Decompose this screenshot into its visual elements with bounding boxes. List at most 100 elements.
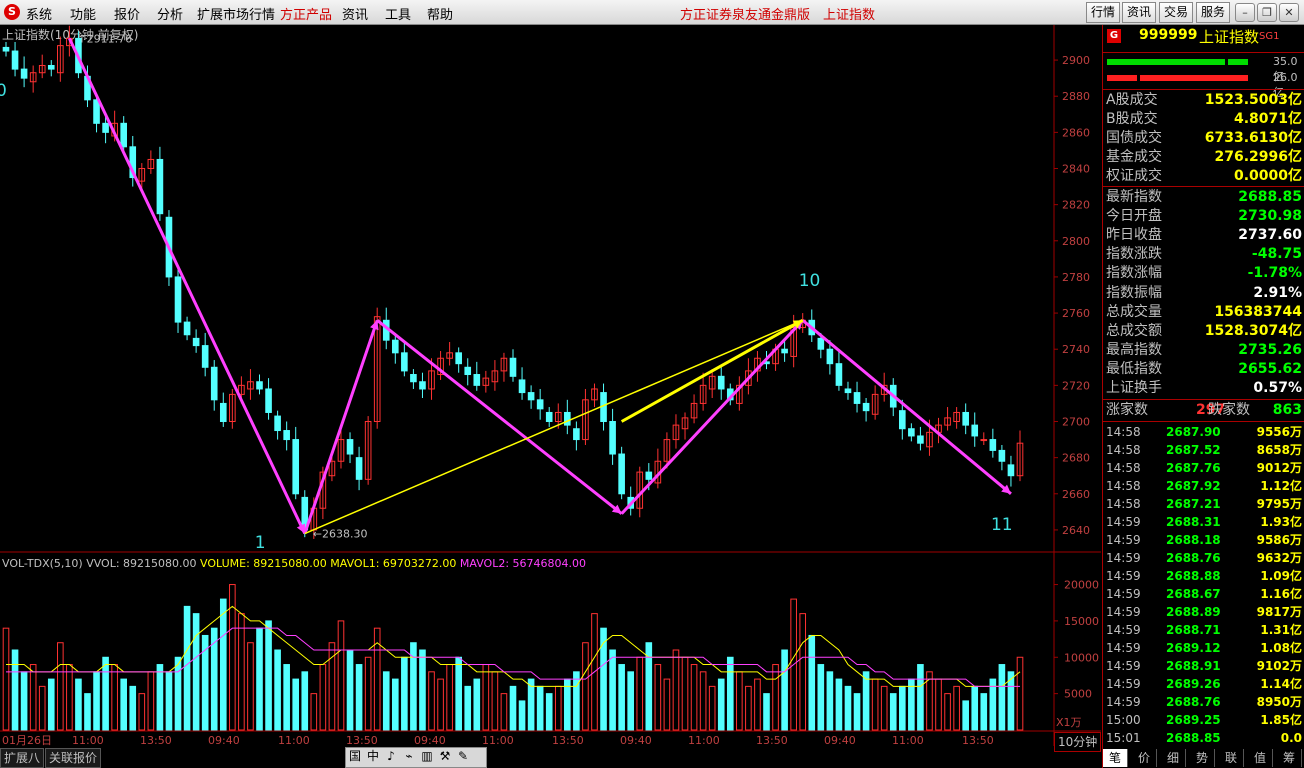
- stat-row: 指数涨跌 -48.75: [1106, 245, 1302, 264]
- volume-bar: [971, 685, 979, 731]
- link-icon[interactable]: ⌁: [400, 748, 418, 765]
- price-axis-label: 2700: [1062, 416, 1090, 429]
- turnover-label: 国债成交: [1106, 130, 1162, 146]
- news-button[interactable]: 资讯: [1122, 2, 1156, 23]
- stat-label: 昨日收盘: [1106, 227, 1162, 244]
- music-icon[interactable]: ♪: [382, 748, 400, 765]
- restore-icon[interactable]: ❐: [1257, 3, 1277, 22]
- turnover-value: 6733.6130亿: [1204, 130, 1302, 146]
- volume-bar: [437, 678, 444, 731]
- candle-body: [908, 428, 915, 437]
- high-price-label: ↑2911.76: [77, 32, 132, 45]
- draw-icon[interactable]: ✎: [454, 748, 472, 765]
- decline-label: 跌家数: [1208, 402, 1250, 418]
- service-button[interactable]: 服务: [1196, 2, 1230, 23]
- tick-volume: 9817万: [1256, 605, 1302, 619]
- candle-body: [980, 439, 988, 442]
- candle-body: [898, 410, 906, 430]
- wave-label: 0: [0, 81, 7, 101]
- country-icon[interactable]: 国: [346, 748, 364, 765]
- candle-body: [536, 399, 544, 410]
- stat-row: 总成交额 1528.3074亿: [1106, 322, 1302, 341]
- tab-extended-eight[interactable]: 扩展八: [0, 748, 45, 768]
- tab-link[interactable]: 联: [1219, 749, 1244, 767]
- tab-detail[interactable]: 细: [1161, 749, 1186, 767]
- tick-time: 14:59: [1106, 641, 1141, 655]
- price-axis-label: 2780: [1062, 271, 1090, 284]
- tick-price: 2687.90: [1166, 425, 1221, 439]
- stat-value: -48.75: [1251, 246, 1302, 263]
- volume-bar: [935, 678, 942, 731]
- tick-price: 2688.91: [1166, 659, 1221, 673]
- volume-bar: [917, 664, 924, 731]
- volume-bar: [256, 627, 263, 731]
- menu-help[interactable]: 帮助: [427, 4, 453, 23]
- stat-row: 上证换手 0.57%: [1106, 379, 1302, 398]
- yellow-trend-line: [304, 319, 804, 535]
- tab-value[interactable]: 值: [1248, 749, 1273, 767]
- tab-price[interactable]: 价: [1132, 749, 1157, 767]
- time-axis-label: 09:40: [208, 734, 240, 747]
- stat-label: 指数振幅: [1106, 284, 1162, 301]
- candle-body: [401, 352, 408, 372]
- tick-row: 15:00 2689.25 1.85亿: [1106, 711, 1302, 729]
- menu-news[interactable]: 资讯: [342, 4, 368, 23]
- tick-volume: 8950万: [1256, 695, 1302, 709]
- volume-bar: [382, 671, 390, 731]
- candle-body: [210, 366, 218, 401]
- vol-axis-label: 10000: [1064, 651, 1099, 664]
- volume-bar: [2, 627, 10, 731]
- volume-bar: [75, 678, 82, 731]
- kline-chart[interactable]: 2900 2880 2860 2840 2820 2800 2780 2760 2740 2720…: [0, 25, 1101, 747]
- candle-body: [817, 337, 825, 350]
- period-selector[interactable]: 10分钟: [1054, 732, 1102, 752]
- menu-tools[interactable]: 工具: [385, 4, 411, 23]
- wave-line-10-11: [801, 319, 1012, 495]
- menu-extended-market[interactable]: 扩展市场行情: [197, 4, 275, 23]
- close-icon[interactable]: ✕: [1279, 3, 1299, 22]
- tab-trend[interactable]: 势: [1190, 749, 1215, 767]
- tick-time: 14:58: [1106, 425, 1141, 439]
- volume-bar: [446, 664, 453, 731]
- stat-label: 最低指数: [1106, 360, 1162, 377]
- price-axis-label: 2800: [1062, 235, 1090, 248]
- candle-body: [564, 411, 571, 426]
- candle-body: [844, 388, 852, 394]
- tab-ticks[interactable]: 笔: [1103, 749, 1128, 767]
- vol-unit-label: X1万: [1056, 716, 1082, 729]
- grid-icon[interactable]: ▥: [418, 748, 436, 765]
- stat-value: 156383744: [1214, 303, 1302, 320]
- volume-bar: [708, 685, 716, 731]
- minimize-icon[interactable]: –: [1235, 3, 1255, 22]
- price-axis-label: 2720: [1062, 379, 1090, 392]
- market-button[interactable]: 行情: [1086, 2, 1120, 23]
- tool-icon[interactable]: ⚒: [436, 748, 454, 765]
- candle-body: [391, 339, 399, 354]
- candle-body: [183, 321, 191, 336]
- menu-system[interactable]: 系统: [26, 4, 52, 23]
- candle-body: [998, 449, 1006, 462]
- volume-bar: [745, 685, 752, 731]
- tick-row: 14:58 2687.52 8658万: [1106, 441, 1302, 459]
- menu-analysis[interactable]: 分析: [157, 4, 183, 23]
- tick-row: 14:59 2688.31 1.93亿: [1106, 513, 1302, 531]
- candle-body: [835, 363, 843, 386]
- turnover-value: 276.2996亿: [1214, 149, 1302, 165]
- turnover-label: A股成交: [1106, 92, 1158, 108]
- wave-line-1-up: [303, 319, 379, 535]
- volume-bar: [582, 642, 589, 731]
- menu-function[interactable]: 功能: [70, 4, 96, 23]
- quote-panel: G 999999 上证指数 SG1 35.0亿 26.0亿 A股成交 1523.5…: [1102, 25, 1304, 768]
- volume-bar: [627, 671, 635, 731]
- tick-time: 14:58: [1106, 497, 1141, 511]
- menu-founder-products[interactable]: 方正产品: [280, 4, 332, 23]
- trade-button[interactable]: 交易: [1159, 2, 1193, 23]
- tick-row: 14:58 2687.92 1.12亿: [1106, 477, 1302, 495]
- zhong-icon[interactable]: 中: [364, 748, 382, 765]
- tab-chips[interactable]: 筹: [1277, 749, 1302, 767]
- tick-volume: 9556万: [1256, 425, 1302, 439]
- tab-related-quotes[interactable]: 关联报价: [45, 748, 102, 768]
- volume-bar: [346, 649, 354, 731]
- tick-price: 2688.76: [1166, 551, 1221, 565]
- menu-quote[interactable]: 报价: [114, 4, 140, 23]
